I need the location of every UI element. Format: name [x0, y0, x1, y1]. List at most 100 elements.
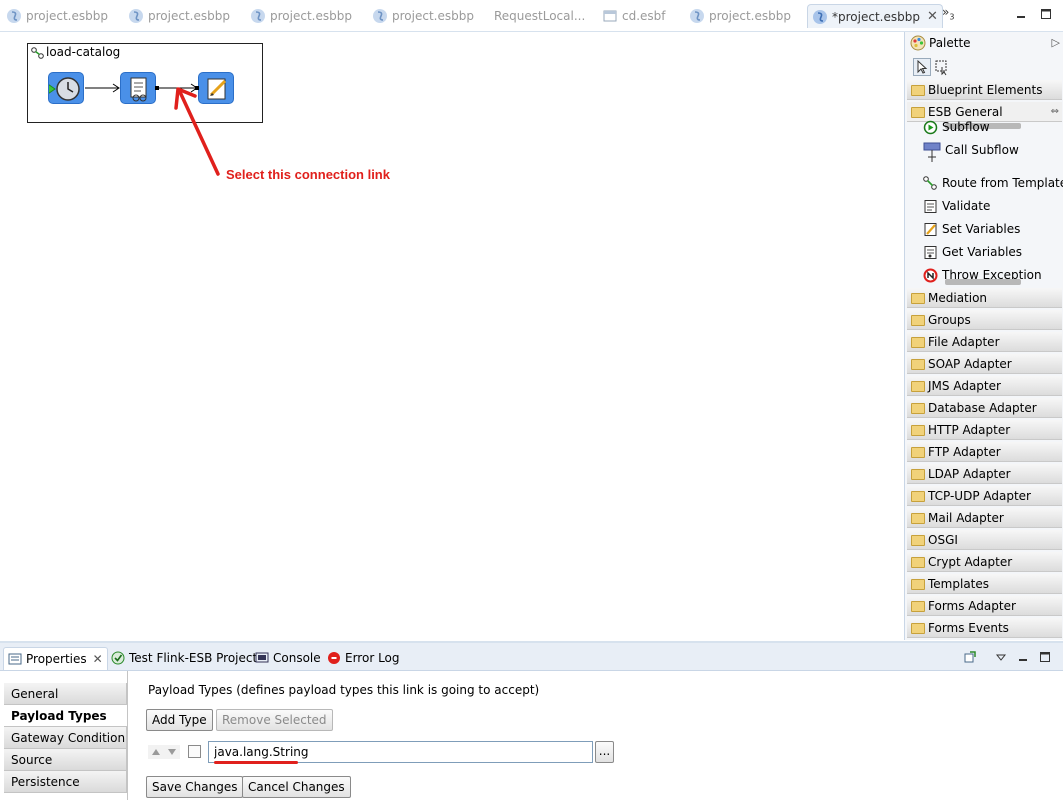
folder-icon — [911, 85, 925, 96]
payload-type-input[interactable] — [208, 741, 593, 763]
close-icon[interactable]: ✕ — [927, 5, 938, 29]
move-up-down-arrows[interactable] — [148, 745, 180, 759]
browse-button[interactable]: ... — [595, 741, 614, 763]
folder-icon — [911, 579, 925, 590]
palette-drawer[interactable]: JMS Adapter — [907, 376, 1062, 396]
palette-item[interactable]: Call Subflow — [921, 140, 1019, 162]
section-source[interactable]: Source — [4, 749, 127, 771]
esb-file-icon — [7, 9, 21, 23]
esb-file-icon — [373, 9, 387, 23]
bottom-tab-bar: Properties ✕ Test Flink-ESB Project Cons… — [0, 643, 1063, 671]
tab-console[interactable]: Console — [251, 647, 321, 670]
editor-tab[interactable]: project.esbbp — [2, 4, 108, 28]
editor-tab[interactable]: cd.esbf — [598, 4, 666, 28]
marquee-icon[interactable] — [933, 58, 951, 76]
folder-icon — [911, 447, 925, 458]
save-changes-button[interactable]: Save Changes — [146, 776, 244, 798]
palette-item[interactable]: Route from Template — [921, 173, 1063, 193]
section-payload-types[interactable]: Payload Types — [4, 705, 127, 727]
palette-drawer[interactable]: TCP-UDP Adapter — [907, 486, 1062, 506]
throw-exception-icon — [923, 268, 938, 283]
editor-tab[interactable]: project.esbbp — [368, 4, 474, 28]
palette-item[interactable]: Subflow — [921, 117, 990, 137]
palette-icon — [910, 35, 926, 51]
palette-drawer[interactable]: Mediation — [907, 288, 1062, 308]
type-checkbox[interactable] — [188, 745, 201, 758]
tab-error-log[interactable]: Error Log — [323, 647, 400, 670]
editor-tab-active[interactable]: *project.esbbp ✕ — [807, 4, 943, 28]
minimize-icon[interactable] — [1015, 8, 1027, 20]
console-icon — [255, 652, 269, 663]
section-gateway-condition[interactable]: Gateway Condition — [4, 727, 127, 749]
folder-icon — [911, 601, 925, 612]
editor-tab[interactable]: RequestLocal... — [470, 4, 585, 28]
palette-drawer[interactable]: Mail Adapter — [907, 508, 1062, 528]
error-log-icon — [328, 652, 340, 664]
palette-item[interactable]: Validate — [921, 196, 990, 216]
payload-types-content: Payload Types (defines payload types thi… — [127, 671, 1063, 800]
validate-icon — [924, 200, 937, 213]
cancel-changes-button[interactable]: Cancel Changes — [242, 776, 351, 798]
palette-drawer[interactable]: Crypt Adapter — [907, 552, 1062, 572]
palette-drawer[interactable]: Database Adapter — [907, 398, 1062, 418]
section-description: Payload Types (defines payload types thi… — [148, 683, 540, 697]
esb-file-icon — [813, 10, 827, 24]
remove-selected-button[interactable]: Remove Selected — [216, 709, 333, 731]
folder-icon — [911, 623, 925, 634]
chevron-right-icon[interactable]: ▷ — [1052, 32, 1060, 54]
editor-tab-bar: project.esbbp project.esbbp project.esbb… — [0, 0, 1063, 32]
palette-tools — [911, 56, 1061, 78]
set-variables-icon — [924, 223, 937, 236]
annotation-arrow — [174, 87, 220, 176]
folder-icon — [911, 293, 925, 304]
folder-icon — [911, 491, 925, 502]
view-menu-icon[interactable] — [995, 651, 1007, 663]
editor-tab[interactable]: project.esbbp — [685, 4, 791, 28]
editor-tab[interactable]: project.esbbp — [246, 4, 352, 28]
section-persistence[interactable]: Persistence — [4, 771, 127, 793]
flow-canvas[interactable]: load-catalog Select this connection link — [0, 32, 904, 640]
tab-properties[interactable]: Properties ✕ — [3, 647, 108, 670]
bottom-panel: Properties ✕ Test Flink-ESB Project Cons… — [0, 641, 1063, 800]
palette-drawer[interactable]: SOAP Adapter — [907, 354, 1062, 374]
palette-drawer[interactable]: LDAP Adapter — [907, 464, 1062, 484]
pin-icon[interactable]: ⇔ — [1051, 102, 1059, 122]
folder-icon — [911, 557, 925, 568]
palette-drawer[interactable]: Templates — [907, 574, 1062, 594]
palette-scroll-indicator[interactable] — [945, 279, 1021, 285]
call-subflow-icon — [923, 142, 941, 162]
new-window-icon[interactable] — [964, 651, 976, 663]
annotation-underline — [214, 761, 298, 764]
get-variables-icon — [924, 246, 937, 259]
test-project-icon — [111, 651, 125, 665]
palette-drawer[interactable]: HTTP Adapter — [907, 420, 1062, 440]
palette-drawer[interactable]: Groups — [907, 310, 1062, 330]
palette-drawer[interactable]: Forms Events — [907, 618, 1062, 638]
close-icon[interactable]: ✕ — [93, 648, 103, 670]
palette-drawer[interactable]: Forms Adapter — [907, 596, 1062, 616]
palette-header[interactable]: Palette ▷ — [905, 32, 1063, 54]
palette-drawer[interactable]: File Adapter — [907, 332, 1062, 352]
editor-tab[interactable]: project.esbbp — [124, 4, 230, 28]
folder-icon — [911, 513, 925, 524]
maximize-icon[interactable] — [1040, 8, 1052, 20]
palette-item[interactable]: Set Variables — [921, 219, 1020, 239]
palette-drawer[interactable]: FTP Adapter — [907, 442, 1062, 462]
palette-drawer[interactable]: OSGI — [907, 530, 1062, 550]
palette-drawer[interactable]: Blueprint Elements — [907, 80, 1062, 100]
tab-test-project[interactable]: Test Flink-ESB Project — [107, 647, 257, 670]
add-type-button[interactable]: Add Type — [146, 709, 213, 731]
maximize-icon[interactable] — [1039, 651, 1051, 663]
minimize-icon[interactable] — [1017, 651, 1029, 663]
select-arrow-icon[interactable] — [913, 58, 931, 76]
folder-icon — [911, 403, 925, 414]
folder-icon — [911, 315, 925, 326]
folder-icon — [911, 381, 925, 392]
palette-item[interactable]: Get Variables — [921, 242, 1022, 262]
properties-icon — [8, 653, 22, 665]
esb-file-icon — [129, 9, 143, 23]
folder-icon — [911, 425, 925, 436]
window-file-icon — [603, 10, 617, 22]
tab-overflow-button[interactable]: »3 — [942, 5, 954, 21]
section-general[interactable]: General — [4, 683, 127, 705]
